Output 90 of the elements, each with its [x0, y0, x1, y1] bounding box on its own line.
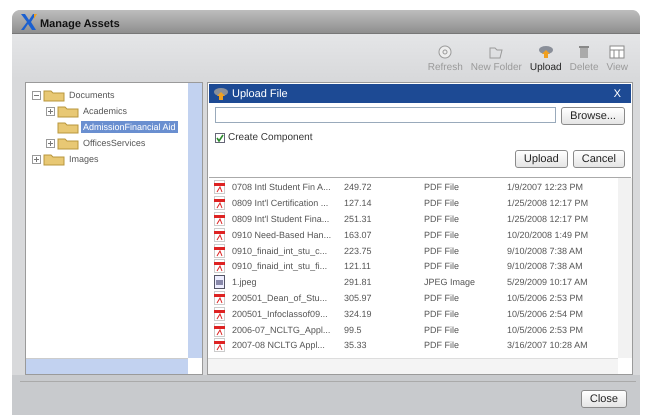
checkbox-label: Create Component — [228, 132, 312, 144]
file-size: 291.81 — [344, 277, 373, 288]
file-name: 0910_finaid_int_stu_fi... — [232, 261, 328, 272]
pdf-icon — [214, 306, 225, 321]
pdf-icon — [214, 244, 225, 258]
pdf-icon — [214, 196, 225, 210]
file-type: PDF File — [424, 246, 460, 256]
expand-icon[interactable] — [46, 106, 55, 116]
scrollbar[interactable] — [618, 178, 632, 358]
dialog-button[interactable]: Upload — [514, 150, 568, 168]
collapse-icon[interactable] — [32, 90, 41, 100]
toolbar-button[interactable]: Upload — [526, 45, 566, 74]
file-date: 1/25/2008 12:17 PM — [507, 198, 588, 208]
tree-item[interactable]: Academics — [81, 105, 130, 118]
file-date: 1/9/2007 12:23 PM — [507, 182, 584, 192]
file-size: 127.14 — [344, 198, 373, 208]
upload-icon — [538, 45, 554, 60]
grid-icon — [609, 45, 626, 60]
file-size: 163.07 — [344, 230, 373, 240]
file-path-field[interactable] — [215, 107, 556, 124]
folder-icon — [488, 45, 504, 60]
file-type: PDF File — [424, 308, 460, 319]
expand-icon[interactable] — [32, 154, 41, 164]
file-name: 200501_Dean_of_Stu... — [232, 292, 328, 303]
file-name: 0910 Need-Based Han... — [232, 230, 332, 240]
scrollbar[interactable] — [188, 83, 202, 358]
folder-icon — [43, 152, 65, 166]
file-type: PDF File — [424, 230, 460, 240]
tree-item[interactable]: Documents — [67, 89, 117, 102]
file-date: 9/10/2008 7:38 AM — [507, 261, 583, 272]
pdf-icon — [214, 290, 225, 305]
file-type: PDF File — [424, 324, 460, 335]
pdf-icon — [214, 180, 225, 194]
file-name: 200501_Infoclassof09... — [232, 308, 329, 319]
file-size: 121.11 — [344, 261, 372, 272]
file-date: 10/5/2006 2:54 PM — [507, 308, 584, 319]
file-name: 1.jpeg — [232, 277, 258, 288]
upload-icon — [213, 86, 229, 101]
file-type: PDF File — [424, 340, 460, 350]
tree-item[interactable]: OfficesServices — [81, 137, 148, 150]
file-date: 10/20/2008 1:49 PM — [507, 230, 588, 240]
file-name: 2006-07_NCLTG_Appl... — [232, 324, 332, 335]
close-button[interactable]: X — [608, 86, 627, 101]
file-date: 10/5/2006 2:53 PM — [507, 324, 584, 335]
pdf-icon — [214, 228, 225, 242]
scrollbar[interactable] — [26, 358, 188, 374]
browse-button[interactable]: Browse... — [561, 107, 625, 126]
file-type: PDF File — [424, 182, 460, 192]
file-date: 10/5/2006 2:53 PM — [507, 292, 584, 303]
file-size: 249.72 — [344, 182, 373, 192]
file-date: 1/25/2008 12:17 PM — [507, 214, 588, 224]
dialog-button[interactable]: Cancel — [572, 150, 625, 168]
folder-icon — [43, 88, 65, 102]
file-name: 0708 Intl Student Fin A... — [232, 182, 332, 192]
window-title: Manage Assets — [40, 18, 120, 30]
scrollbar[interactable] — [208, 358, 618, 374]
pdf-icon — [214, 212, 225, 226]
file-size: 99.5 — [344, 324, 363, 335]
checkbox[interactable] — [215, 132, 225, 143]
file-type: PDF File — [424, 261, 460, 272]
file-name: 0910_finaid_int_stu_c... — [232, 246, 328, 256]
file-size: 223.75 — [344, 246, 373, 256]
dialog-title: Upload File — [232, 88, 288, 100]
expand-icon[interactable] — [46, 138, 55, 148]
tree-item[interactable]: Images — [67, 153, 101, 166]
folder-icon — [57, 104, 79, 118]
file-size: 324.19 — [344, 308, 373, 319]
folder-icon — [57, 120, 79, 134]
file-type: PDF File — [424, 198, 460, 208]
logo-icon — [20, 12, 38, 32]
pdf-icon — [214, 338, 225, 352]
file-type: PDF File — [424, 214, 460, 224]
file-name: 2007-08 NCLTG Appl... — [232, 340, 326, 350]
file-date: 3/16/2007 10:28 AM — [507, 340, 588, 350]
pdf-icon — [214, 259, 225, 274]
file-name: 0809 Int'l Certification ... — [232, 198, 330, 208]
file-type: PDF File — [424, 292, 460, 303]
file-date: 5/29/2009 10:17 AM — [507, 277, 588, 288]
refresh-icon — [438, 45, 452, 60]
file-size: 35.33 — [344, 340, 368, 350]
folder-icon — [57, 136, 79, 150]
close-button[interactable]: Close — [580, 390, 627, 408]
image-file-icon — [214, 275, 225, 290]
trash-icon — [578, 45, 590, 60]
file-name: 0809 Int'l Student Fina... — [232, 214, 330, 224]
file-size: 251.31 — [344, 214, 373, 224]
file-size: 305.97 — [344, 292, 373, 303]
file-type: JPEG Image — [424, 277, 476, 288]
pdf-icon — [214, 322, 225, 337]
file-date: 9/10/2008 7:38 AM — [507, 246, 583, 256]
